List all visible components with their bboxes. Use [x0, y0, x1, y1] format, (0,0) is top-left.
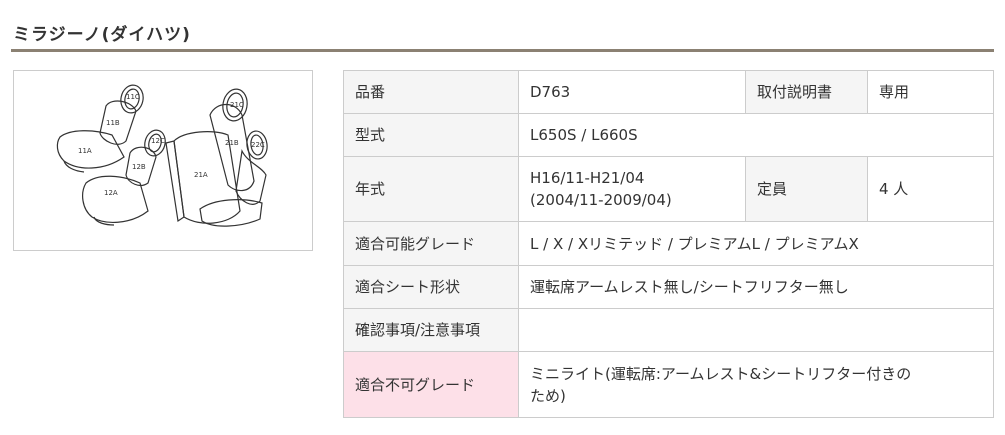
- table-row: 確認事項/注意事項: [343, 308, 994, 352]
- table-row: 適合不可グレード ミニライト(運転席:アームレスト&シートリフター付きの ため): [343, 351, 994, 418]
- part-label: 21C: [230, 101, 244, 109]
- part-label: 21B: [225, 139, 239, 147]
- seat-diagram: 11C 11B 11A 12C 12B 12A 21C 21B 22C 21A: [13, 70, 313, 251]
- front-seat-graphic: [56, 84, 166, 226]
- year-value: H16/11-H21/04 (2004/11-2009/04): [518, 156, 746, 222]
- table-row: 品番 D763 取付説明書 専用: [343, 70, 994, 114]
- incompatible-value-line: ため): [530, 386, 566, 405]
- part-label: 21A: [194, 171, 208, 179]
- part-label: 11C: [126, 93, 140, 101]
- spec-table: 品番 D763 取付説明書 専用 型式 L650S / L660S 年式 H16…: [343, 70, 994, 418]
- seat-shape-label: 適合シート形状: [343, 265, 519, 309]
- notes-label: 確認事項/注意事項: [343, 308, 519, 352]
- incompatible-value-line: ミニライト(運転席:アームレスト&シートリフター付きの: [530, 364, 912, 383]
- grades-label: 適合可能グレード: [343, 221, 519, 266]
- incompatible-value: ミニライト(運転席:アームレスト&シートリフター付きの ため): [518, 351, 994, 418]
- table-row: 型式 L650S / L660S: [343, 113, 994, 157]
- part-no-label: 品番: [343, 70, 519, 114]
- page-title: ミラジーノ(ダイハツ): [13, 25, 191, 45]
- notes-value: [518, 308, 994, 352]
- part-label: 11A: [78, 147, 92, 155]
- table-row: 年式 H16/11-H21/04 (2004/11-2009/04) 定員 4 …: [343, 156, 994, 222]
- year-value-line: (2004/11-2009/04): [530, 191, 672, 209]
- part-label: 12B: [132, 163, 146, 171]
- capacity-label: 定員: [745, 156, 868, 222]
- part-label: 12C: [151, 137, 165, 145]
- part-no-value: D763: [518, 70, 746, 114]
- manual-value: 専用: [867, 70, 994, 114]
- part-label: 22C: [251, 141, 265, 149]
- grades-value: L / X / Xリミテッド / プレミアムL / プレミアムX: [518, 221, 994, 266]
- capacity-value: 4 人: [867, 156, 994, 222]
- table-row: 適合シート形状 運転席アームレスト無し/シートフリフター無し: [343, 265, 994, 309]
- rear-seat-graphic: [165, 88, 268, 227]
- seat-shape-value: 運転席アームレスト無し/シートフリフター無し: [518, 265, 994, 309]
- year-value-line: H16/11-H21/04: [530, 169, 645, 187]
- model-value: L650S / L660S: [518, 113, 994, 157]
- part-label: 11B: [106, 119, 120, 127]
- seat-diagram-svg: [56, 84, 268, 227]
- title-divider: [11, 49, 994, 52]
- year-label: 年式: [343, 156, 519, 222]
- manual-label: 取付説明書: [745, 70, 868, 114]
- table-row: 適合可能グレード L / X / Xリミテッド / プレミアムL / プレミアム…: [343, 221, 994, 266]
- model-label: 型式: [343, 113, 519, 157]
- part-label: 12A: [104, 189, 118, 197]
- incompatible-label: 適合不可グレード: [343, 351, 519, 418]
